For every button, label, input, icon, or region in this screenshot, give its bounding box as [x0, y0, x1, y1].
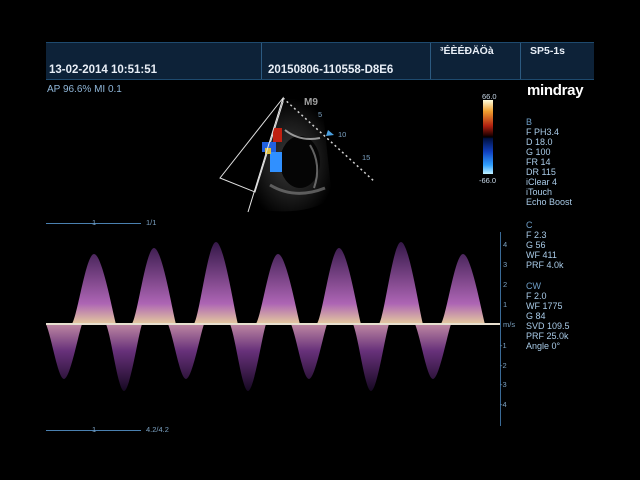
param-c-item: G 56	[526, 240, 546, 250]
param-b-item: DR 115	[526, 167, 556, 177]
cw-doppler-spectrum[interactable]	[46, 230, 500, 426]
params-cw-title: CW	[526, 281, 541, 291]
color-velocity-bar	[483, 100, 493, 174]
params-b: B F PH3.4 D 18.0 G 100 FR 14 DR 115 iCle…	[526, 117, 572, 207]
param-cw-item: F 2.0	[526, 291, 547, 301]
param-b-item: iTouch	[526, 187, 553, 197]
param-b-item: G 100	[526, 147, 551, 157]
param-b-item: iClear 4	[526, 177, 558, 187]
color-bar-max: 66.0	[482, 92, 497, 101]
params-cw: CW F 2.0 WF 1775 G 84 SVD 109.5 PRF 25.0…	[526, 281, 570, 351]
header-bar: 13-02-2014 10:51:51 20150806-110558-D8E6…	[46, 42, 594, 80]
top-ruler-mark: 1	[92, 218, 97, 227]
scale-tick: 1	[503, 300, 508, 309]
param-cw-item: SVD 109.5	[526, 321, 570, 331]
brand-logo: mindray	[527, 82, 584, 99]
velocity-scale-axis	[500, 232, 501, 426]
depth-mark-10: 10	[338, 130, 347, 139]
params-c-title: C	[526, 220, 533, 230]
velocity-unit: m/s	[503, 320, 516, 329]
param-cw-item: WF 1775	[526, 301, 563, 311]
bottom-ruler-label: 4.2/4.2	[146, 425, 169, 434]
scale-tick: -1	[500, 341, 507, 350]
scale-tick: -4	[500, 400, 507, 409]
top-ruler-label: 1/1	[146, 218, 157, 227]
param-cw-item: G 84	[526, 311, 546, 321]
param-c-item: PRF 4.0k	[526, 260, 564, 270]
param-cw-item: Angle 0°	[526, 341, 561, 351]
params-c: C F 2.3 G 56 WF 411 PRF 4.0k	[526, 220, 564, 270]
param-b-item: F PH3.4	[526, 127, 560, 137]
param-c-item: F 2.3	[526, 230, 547, 240]
exam-datetime: 13-02-2014 10:51:51	[49, 64, 158, 76]
scale-tick: 2	[503, 280, 508, 289]
color-bar-min: -66.0	[479, 176, 497, 185]
param-b-item: D 18.0	[526, 137, 553, 147]
depth-mark-5: 5	[318, 110, 323, 119]
scale-tick: -3	[500, 380, 507, 389]
hospital-name[interactable]: ³ÉÈÉÐÄÖà	[440, 45, 494, 57]
power-mi-readout: AP 96.6% MI 0.1	[47, 84, 122, 95]
param-cw-item: PRF 25.0k	[526, 331, 569, 341]
param-c-item: WF 411	[526, 250, 557, 260]
param-b-item: FR 14	[526, 157, 551, 167]
sector-mode-label: M9	[304, 97, 318, 108]
spectrum-canvas	[46, 230, 500, 426]
bottom-ruler-mark: 1	[92, 425, 97, 434]
depth-mark-15: 15	[362, 153, 371, 162]
scale-tick: 4	[503, 240, 508, 249]
scale-tick: 3	[503, 260, 508, 269]
study-id: 20150806-110558-D8E6	[268, 64, 394, 76]
param-b-item: Echo Boost	[526, 197, 573, 207]
params-b-title: B	[526, 117, 533, 127]
scale-tick: -2	[500, 361, 507, 370]
b-mode-sector[interactable]: M9 5 10 15	[210, 90, 390, 225]
probe-name[interactable]: SP5-1s	[530, 45, 565, 57]
